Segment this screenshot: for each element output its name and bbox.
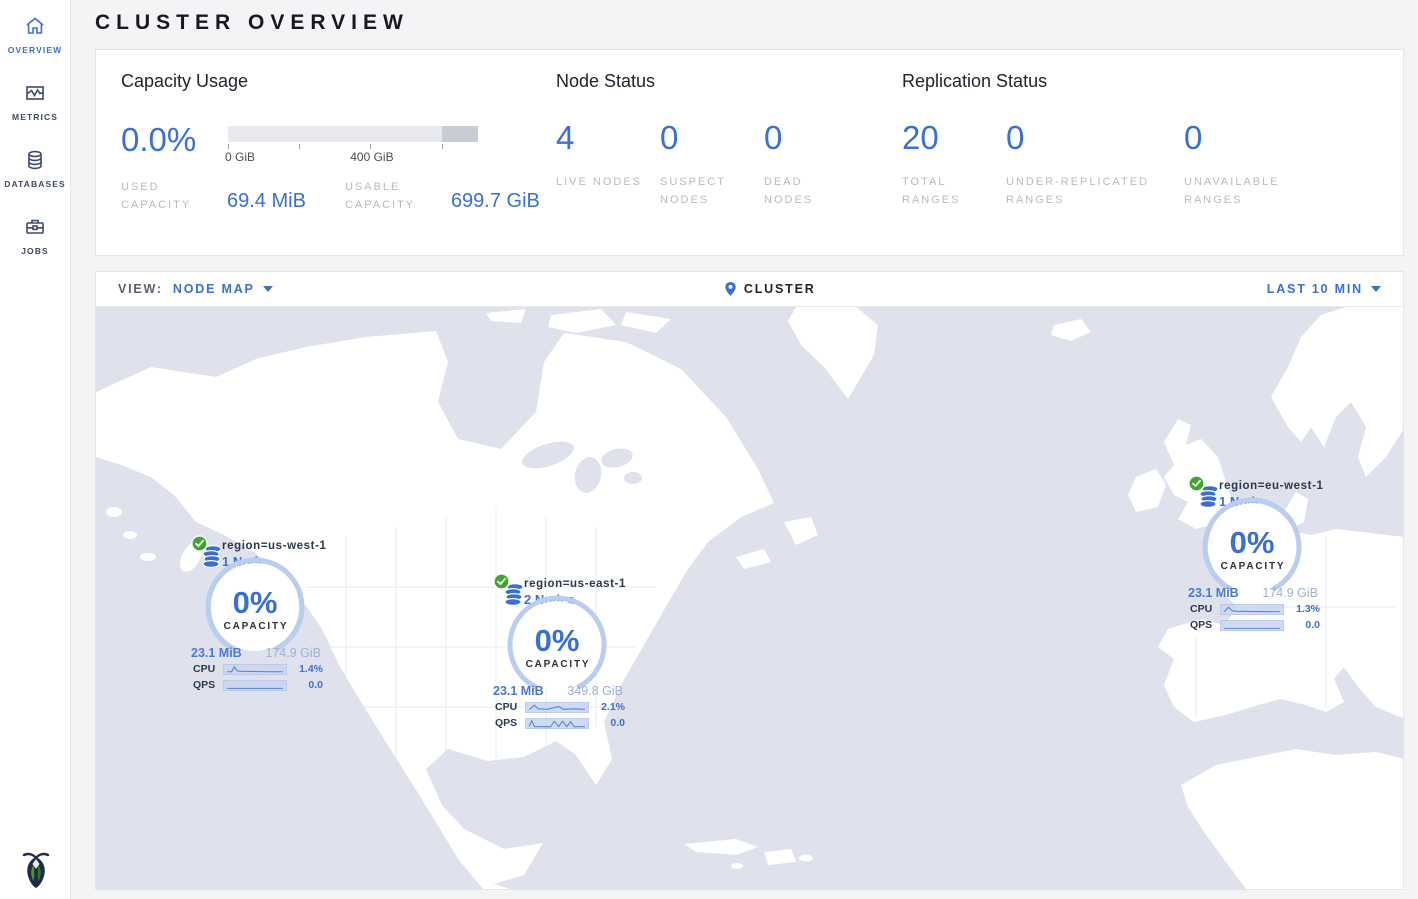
healthy-check-icon [1188,475,1205,492]
qps-sparkline [224,681,286,690]
node-total-capacity: 174.9 GiB [265,646,321,660]
capacity-gauge: 0% CAPACITY [507,595,607,695]
qps-sparkline [526,719,588,728]
sidebar-item-metrics[interactable]: METRICS [0,67,70,134]
sidebar: OVERVIEW METRICS DATABASES JOBS [0,0,71,899]
briefcase-icon [22,215,48,239]
breadcrumb: CLUSTER [273,281,1267,297]
node-region-label: region=eu-west-1 [1219,480,1324,492]
node-map-card: VIEW: NODE MAP CLUSTER LAST 10 MIN [95,271,1404,890]
unavailable-ranges-stat: 0 UNAVAILABLE RANGES [1184,119,1304,209]
metrics-icon [22,81,48,105]
sidebar-item-label: JOBS [21,246,49,256]
under-replicated-ranges-stat: 0 UNDER-REPLICATED RANGES [1006,119,1184,209]
qps-sparkline [1221,621,1283,630]
capacity-tick-label: 400 GiB [350,150,393,164]
view-dropdown[interactable]: NODE MAP [173,282,273,296]
node-total-capacity: 349.8 GiB [567,684,623,698]
sidebar-item-databases[interactable]: DATABASES [0,134,70,201]
chevron-down-icon [263,286,273,292]
used-capacity-stat: USED CAPACITY 69.4 MiB [121,179,306,214]
node-map: region=us-west-1 1 Node 0% CAPACITY 23.1… [96,307,1403,889]
database-icon [22,148,48,172]
dead-nodes-stat: 0 DEAD NODES [764,119,868,209]
capacity-gauge: 0% CAPACITY [205,557,305,657]
replication-status-title: Replication Status [902,71,1403,92]
suspect-nodes-stat: 0 SUSPECT NODES [660,119,764,209]
map-node-eu-west-1[interactable]: region=eu-west-1 1 Node 0% CAPACITY 23.1… [1188,475,1358,640]
location-pin-icon [724,281,737,297]
chevron-down-icon [1371,286,1381,292]
sidebar-item-label: DATABASES [4,179,66,189]
sidebar-item-overview[interactable]: OVERVIEW [0,0,70,67]
svg-text:CAPACITY: CAPACITY [224,621,289,632]
home-icon [22,14,48,38]
cpu-sparkline [224,665,286,674]
svg-text:CAPACITY: CAPACITY [526,659,591,670]
node-cpu-row: CPU 1.4% [193,663,323,675]
cluster-summary-card: Capacity Usage 0.0% 0 GiB 400 GiB [95,49,1404,256]
node-total-capacity: 174.9 GiB [1262,586,1318,600]
node-qps-row: QPS 0.0 [495,717,625,729]
used-capacity-label: USED CAPACITY [121,179,213,214]
cpu-sparkline [526,703,588,712]
time-range-dropdown[interactable]: LAST 10 MIN [1267,282,1381,296]
capacity-gauge: 0% CAPACITY [1202,497,1302,597]
node-used-capacity: 23.1 MiB [191,646,242,660]
sidebar-item-label: OVERVIEW [8,45,62,55]
healthy-check-icon [191,535,208,552]
sidebar-item-jobs[interactable]: JOBS [0,201,70,268]
node-region-label: region=us-west-1 [222,540,327,552]
capacity-bar-track [228,126,478,142]
node-cpu-row: CPU 2.1% [495,701,625,713]
node-status-title: Node Status [556,71,902,92]
healthy-check-icon [493,573,510,590]
svg-text:0%: 0% [535,623,580,658]
cpu-sparkline [1221,605,1283,614]
capacity-used-percent: 0.0% [121,121,228,165]
view-label: VIEW: [118,282,163,296]
svg-text:0%: 0% [233,585,278,620]
main-content: CLUSTER OVERVIEW Capacity Usage 0.0% 0 G… [71,0,1418,890]
node-used-capacity: 23.1 MiB [1188,586,1239,600]
node-used-capacity: 23.1 MiB [493,684,544,698]
sidebar-item-label: METRICS [12,112,58,122]
usable-capacity-stat: USABLE CAPACITY 699.7 GiB [345,179,540,214]
live-nodes-stat: 4 LIVE NODES [556,119,660,209]
page-title: CLUSTER OVERVIEW [95,0,1404,49]
svg-text:CAPACITY: CAPACITY [1221,561,1286,572]
capacity-usage-title: Capacity Usage [121,71,556,92]
total-ranges-stat: 20 TOTAL RANGES [902,119,1006,209]
map-node-us-west-1[interactable]: region=us-west-1 1 Node 0% CAPACITY 23.1… [191,535,361,700]
usable-capacity-value: 699.7 GiB [451,190,540,214]
node-qps-row: QPS 0.0 [193,679,323,691]
svg-text:0%: 0% [1230,525,1275,560]
node-region-label: region=us-east-1 [524,578,626,590]
capacity-tick-label: 0 GiB [225,150,255,164]
capacity-bar-ticks [228,142,478,149]
used-capacity-value: 69.4 MiB [227,190,306,214]
cockroachdb-logo [0,845,71,893]
map-node-us-east-1[interactable]: region=us-east-1 2 Nodes 0% CAPACITY 23.… [493,573,663,738]
map-toolbar: VIEW: NODE MAP CLUSTER LAST 10 MIN [96,272,1403,307]
capacity-usage-section: Capacity Usage 0.0% 0 GiB 400 GiB [121,71,556,255]
node-cpu-row: CPU 1.3% [1190,603,1320,615]
replication-status-section: Replication Status 20 TOTAL RANGES 0 UND… [902,71,1403,255]
capacity-bar: 0 GiB 400 GiB [228,121,478,165]
usable-capacity-label: USABLE CAPACITY [345,179,437,214]
node-status-section: Node Status 4 LIVE NODES 0 SUSPECT NODES… [556,71,902,255]
node-qps-row: QPS 0.0 [1190,619,1320,631]
